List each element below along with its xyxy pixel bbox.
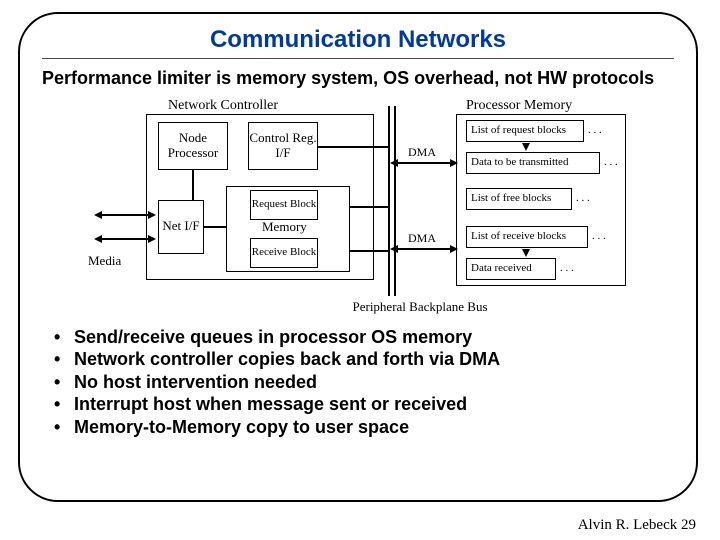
list-item: No host intervention needed <box>74 371 674 394</box>
slide-frame: Communication Networks Performance limit… <box>18 12 698 502</box>
nc-label: Network Controller <box>168 98 278 113</box>
list-item: Interrupt host when message sent or rece… <box>74 393 674 416</box>
bullet-list: Send/receive queues in processor OS memo… <box>42 326 674 439</box>
architecture-diagram: Peripheral Backplane Bus Network Control… <box>88 98 628 318</box>
dma-label-1: DMA <box>408 146 436 159</box>
request-block: Request Block <box>250 190 318 220</box>
list-receive: List of receive blocks <box>466 226 588 248</box>
slide-footer: Alvin R. Lebeck 29 <box>578 517 696 534</box>
list-free: List of free blocks <box>466 188 572 210</box>
page-title: Communication Networks <box>42 26 674 54</box>
pm-label: Processor Memory <box>466 98 572 113</box>
dma-label-2: DMA <box>408 232 436 245</box>
node-processor: Node Processor <box>158 122 228 170</box>
media-label: Media <box>88 254 121 268</box>
memory-label: Memory <box>262 220 307 234</box>
page-number: 29 <box>681 517 696 533</box>
data-tx: Data to be transmitted <box>466 152 600 174</box>
list-item: Send/receive queues in processor OS memo… <box>74 326 674 349</box>
list-item: Network controller copies back and forth… <box>74 348 674 371</box>
author-name: Alvin R. Lebeck <box>578 517 678 533</box>
receive-block: Receive Block <box>250 238 318 268</box>
title-divider <box>42 58 674 59</box>
net-if: Net I/F <box>158 200 204 254</box>
bus-label: Peripheral Backplane Bus <box>340 300 500 314</box>
data-rx: Data received <box>466 258 556 280</box>
control-reg-if: Control Reg. I/F <box>248 122 318 170</box>
list-item: Memory-to-Memory copy to user space <box>74 416 674 439</box>
list-request: List of request blocks <box>466 120 584 142</box>
subtitle: Performance limiter is memory system, OS… <box>42 67 674 90</box>
